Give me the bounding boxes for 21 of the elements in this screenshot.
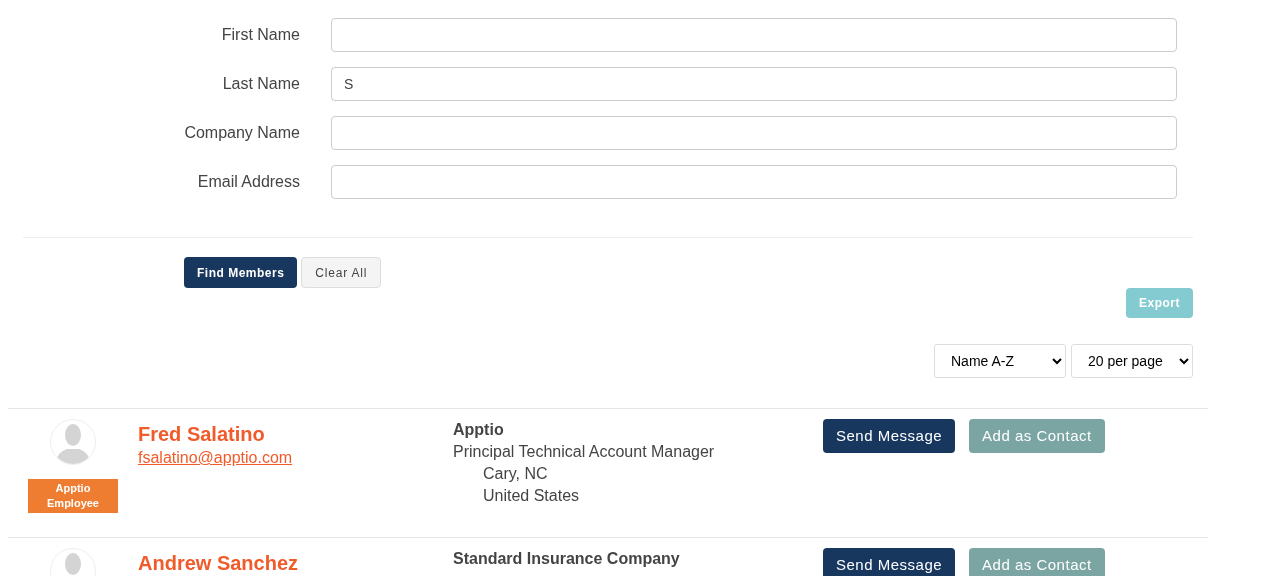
field-label: Last Name	[222, 75, 300, 92]
sort-select[interactable]: Name A-Z	[934, 344, 1066, 378]
company-name: Apptio	[453, 420, 505, 440]
field-label: First Name	[221, 26, 300, 43]
find-members-button[interactable]: Find Members	[184, 257, 298, 288]
field-label: Email Address	[197, 173, 300, 190]
field-label: Company Name	[184, 124, 300, 141]
job-title: Principal Technical Account Manager	[453, 442, 716, 462]
text-field[interactable]	[331, 116, 1177, 150]
location-text: United States	[482, 486, 581, 506]
avatar-placeholder	[50, 419, 96, 465]
send-message-button[interactable]: Send Message	[823, 419, 956, 453]
text-field[interactable]	[331, 18, 1177, 52]
send-message-button[interactable]: Send Message	[823, 548, 956, 576]
text-field[interactable]	[331, 165, 1177, 199]
page-size-select[interactable]: 20 per page	[1071, 344, 1193, 378]
company-name: Standard Insurance Company	[453, 549, 681, 569]
text-field[interactable]: S	[331, 67, 1177, 101]
employee-badge: Apptio Employee	[28, 479, 118, 513]
location-text: Cary, NC	[482, 464, 549, 484]
clear-all-button[interactable]: Clear All	[301, 257, 382, 288]
